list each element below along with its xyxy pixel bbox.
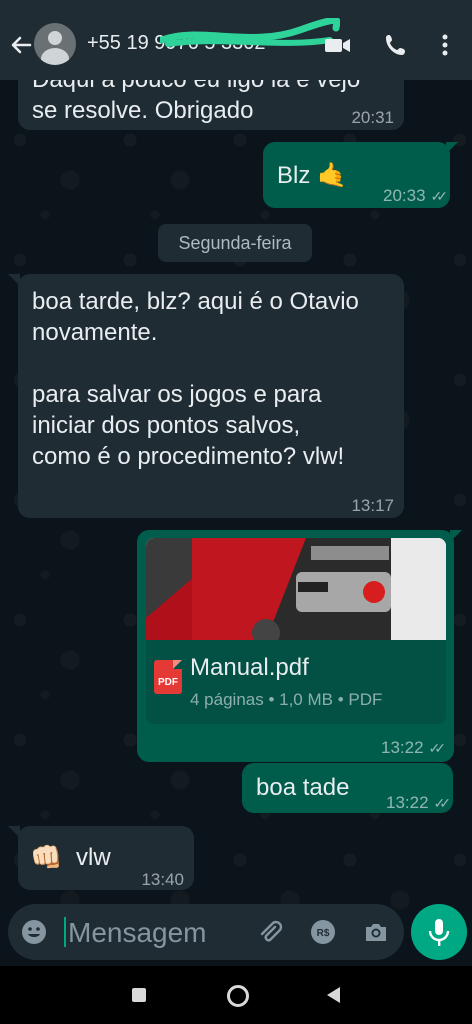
double-check-icon: ✓✓ (428, 740, 447, 756)
double-check-icon: ✓✓ (433, 795, 452, 811)
document-preview[interactable] (146, 538, 446, 640)
svg-text:R$: R$ (317, 928, 330, 939)
back-arrow-icon[interactable] (8, 32, 34, 58)
microphone-button[interactable] (411, 904, 467, 960)
date-divider: Segunda-feira (158, 224, 312, 262)
message-time: 20:33 ✓✓ (382, 180, 449, 212)
redaction-scribble (160, 18, 340, 47)
bubble-tail (450, 530, 462, 542)
text-cursor (64, 917, 66, 947)
attach-icon[interactable] (256, 918, 284, 946)
message-time: 13:17 (351, 496, 394, 515)
video-call-icon[interactable] (323, 30, 353, 60)
message-text: boa tade (256, 774, 350, 801)
system-back-button[interactable] (327, 987, 340, 1003)
message-time-value: 20:33 (382, 186, 426, 205)
system-nav-bar (0, 966, 472, 1024)
avatar-icon[interactable] (34, 23, 76, 65)
phone-icon[interactable] (381, 30, 411, 60)
message-input[interactable]: Mensagem (68, 917, 207, 949)
document-meta: 4 páginas • 1,0 MB • PDF (190, 690, 383, 709)
message-text: vlw (76, 844, 111, 871)
emoji-icon[interactable] (20, 918, 48, 946)
payment-icon[interactable]: R$ (309, 918, 337, 946)
message-time-value: 13:22 (385, 793, 429, 812)
bubble-tail (8, 826, 20, 838)
message-time: 20:31 (351, 108, 394, 127)
document-info[interactable]: PDF Manual.pdf 4 páginas • 1,0 MB • PDF (146, 640, 446, 724)
message-outgoing[interactable]: boa tade 13:22 ✓✓ (242, 763, 453, 813)
message-outgoing[interactable]: Blz 🤙 20:33 ✓✓ (263, 142, 450, 208)
camera-icon[interactable] (362, 918, 390, 946)
chat-header: +55 19 9976 5 3302 (0, 0, 472, 80)
document-name: Manual.pdf (190, 654, 309, 681)
message-text: Blz 🤙 (277, 162, 347, 189)
message-incoming[interactable]: boa tarde, blz? aqui é o Otavio novament… (18, 274, 404, 518)
message-text: boa tarde, blz? aqui é o Otavio novament… (32, 288, 359, 470)
message-time: 13:40 (141, 870, 184, 889)
message-time-value: 13:22 (380, 738, 424, 757)
recents-button[interactable] (132, 988, 146, 1002)
message-time: 13:22 ✓✓ (385, 787, 452, 819)
bubble-tail (446, 142, 458, 154)
pdf-icon: PDF (154, 660, 182, 694)
message-emoji: 👊🏻 (30, 842, 63, 872)
document-preview-image (146, 538, 446, 640)
microphone-icon (428, 919, 450, 946)
message-time: 13:22 ✓✓ (380, 732, 447, 764)
bubble-tail (8, 274, 20, 286)
double-check-icon: ✓✓ (430, 188, 449, 204)
more-options-icon[interactable] (430, 30, 460, 60)
home-button[interactable] (227, 985, 249, 1007)
message-incoming[interactable]: 👊🏻 vlw 13:40 (18, 826, 194, 890)
message-input-bar[interactable]: Mensagem R$ (8, 904, 404, 960)
